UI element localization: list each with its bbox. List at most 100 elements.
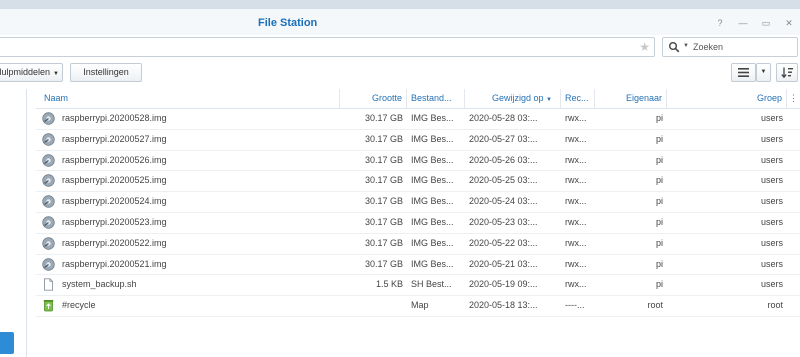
file-owner: pi — [655, 133, 663, 144]
table-row[interactable]: raspberrypi.20200523.img 30.17 GB IMG Be… — [36, 213, 800, 234]
table-row[interactable]: raspberrypi.20200526.img 30.17 GB IMG Be… — [36, 151, 800, 172]
table-row[interactable]: system_backup.sh 1.5 KB SH Best... 2020-… — [36, 275, 800, 297]
file-type: IMG Bes... — [411, 175, 454, 186]
file-group: users — [760, 279, 783, 290]
file-size: 1.5 KB — [375, 279, 403, 290]
settings-button[interactable]: Instellingen — [70, 63, 142, 82]
file-size: 30.17 GB — [364, 175, 403, 186]
help-button[interactable]: ? — [714, 17, 726, 29]
file-modified: 2020-05-22 03:... — [469, 237, 538, 248]
view-mode-dropdown[interactable]: ▼ — [756, 63, 771, 82]
file-name: raspberrypi.20200523.img — [62, 216, 167, 227]
file-owner: pi — [655, 237, 663, 248]
file-group: users — [760, 113, 783, 123]
file-group: users — [760, 154, 783, 165]
sidebar-toggle-button[interactable] — [0, 332, 14, 354]
file-type: IMG Bes... — [411, 196, 454, 207]
chevron-down-icon: ▼ — [53, 71, 59, 77]
file-group: users — [760, 216, 783, 227]
file-owner: pi — [655, 216, 663, 227]
file-name: raspberrypi.20200521.img — [62, 258, 167, 269]
file-type: IMG Bes... — [411, 216, 454, 227]
file-type: IMG Bes... — [411, 133, 454, 144]
file-size — [340, 296, 407, 316]
column-options-icon[interactable]: ⋮ — [787, 89, 800, 108]
file-owner: pi — [655, 154, 663, 165]
file-list: Naam Grootte Bestand... Gewijzigd op ▼ R… — [36, 89, 800, 317]
maximize-button[interactable]: ▭ — [760, 17, 772, 29]
file-owner: pi — [655, 279, 663, 290]
path-bar[interactable]: ★ — [0, 37, 655, 57]
column-header-type[interactable]: Bestand... — [407, 89, 465, 108]
search-placeholder: Zoeken — [693, 42, 724, 52]
list-view-button[interactable] — [731, 63, 756, 82]
favorite-star-icon[interactable]: ★ — [639, 41, 650, 53]
file-name: raspberrypi.20200528.img — [62, 113, 167, 123]
tools-button[interactable]: Hulpmiddelen ▼ — [0, 63, 63, 82]
file-name: #recycle — [62, 300, 96, 311]
file-group: root — [767, 300, 783, 311]
file-name: raspberrypi.20200527.img — [62, 133, 167, 144]
file-owner: pi — [655, 258, 663, 269]
file-name: raspberrypi.20200526.img — [62, 154, 167, 165]
sort-icon — [781, 67, 793, 79]
file-size: 30.17 GB — [364, 237, 403, 248]
column-header-modified-label: Gewijzigd op — [492, 93, 544, 103]
file-size: 30.17 GB — [364, 258, 403, 269]
file-list-header: Naam Grootte Bestand... Gewijzigd op ▼ R… — [36, 89, 800, 109]
file-modified: 2020-05-27 03:... — [469, 133, 538, 144]
file-type: SH Best... — [411, 279, 452, 290]
file-modified: 2020-05-28 03:... — [469, 113, 538, 123]
file-type: Map — [411, 300, 429, 311]
file-modified: 2020-05-23 03:... — [469, 216, 538, 227]
search-dropdown-icon[interactable]: ▼ — [683, 43, 689, 49]
file-group: users — [760, 196, 783, 207]
file-type: IMG Bes... — [411, 258, 454, 269]
file-permissions: rwx... — [565, 196, 587, 207]
file-type: IMG Bes... — [411, 237, 454, 248]
table-row[interactable]: #recycle Map 2020-05-18 13:... ----... r… — [36, 296, 800, 317]
file-permissions: rwx... — [565, 216, 587, 227]
file-size: 30.17 GB — [364, 113, 403, 123]
table-row[interactable]: raspberrypi.20200524.img 30.17 GB IMG Be… — [36, 192, 800, 213]
file-group: users — [760, 133, 783, 144]
file-name: raspberrypi.20200525.img — [62, 175, 167, 186]
column-header-owner[interactable]: Eigenaar — [595, 89, 667, 108]
table-row[interactable]: raspberrypi.20200528.img 30.17 GB IMG Be… — [36, 109, 800, 130]
column-header-name[interactable]: Naam — [36, 89, 340, 108]
file-permissions: rwx... — [565, 237, 587, 248]
file-size: 30.17 GB — [364, 133, 403, 144]
file-type: IMG Bes... — [411, 154, 454, 165]
column-header-size[interactable]: Grootte — [340, 89, 407, 108]
file-modified: 2020-05-18 13:... — [469, 300, 538, 311]
column-header-permissions[interactable]: Rec... — [561, 89, 595, 108]
file-modified: 2020-05-25 03:... — [469, 175, 538, 186]
search-input[interactable]: ▼ Zoeken — [662, 37, 798, 57]
close-button[interactable]: ✕ — [783, 17, 795, 29]
file-owner: pi — [655, 196, 663, 207]
file-permissions: rwx... — [565, 133, 587, 144]
file-name: raspberrypi.20200524.img — [62, 196, 167, 207]
window-title: File Station — [258, 17, 318, 29]
file-owner: root — [647, 300, 663, 311]
title-bar: File Station ? — ▭ ✕ — [0, 9, 800, 35]
sidebar — [0, 89, 27, 357]
table-row[interactable]: raspberrypi.20200521.img 30.17 GB IMG Be… — [36, 255, 800, 276]
table-row[interactable]: raspberrypi.20200525.img 30.17 GB IMG Be… — [36, 171, 800, 193]
file-size: 30.17 GB — [364, 196, 403, 207]
file-modified: 2020-05-24 03:... — [469, 196, 538, 207]
file-name: system_backup.sh — [62, 279, 137, 290]
minimize-button[interactable]: — — [737, 17, 749, 29]
file-permissions: rwx... — [565, 279, 587, 290]
table-row[interactable]: raspberrypi.20200527.img 30.17 GB IMG Be… — [36, 130, 800, 151]
table-row[interactable]: raspberrypi.20200522.img 30.17 GB IMG Be… — [36, 234, 800, 255]
file-owner: pi — [655, 113, 663, 123]
column-header-modified[interactable]: Gewijzigd op ▼ — [465, 89, 561, 108]
search-icon — [669, 42, 680, 53]
file-permissions: ----... — [565, 300, 585, 311]
column-header-group[interactable]: Groep — [667, 89, 787, 108]
list-view-icon — [738, 68, 749, 77]
file-permissions: rwx... — [565, 113, 587, 123]
sort-button[interactable] — [776, 63, 798, 82]
file-modified: 2020-05-19 09:... — [469, 279, 538, 290]
